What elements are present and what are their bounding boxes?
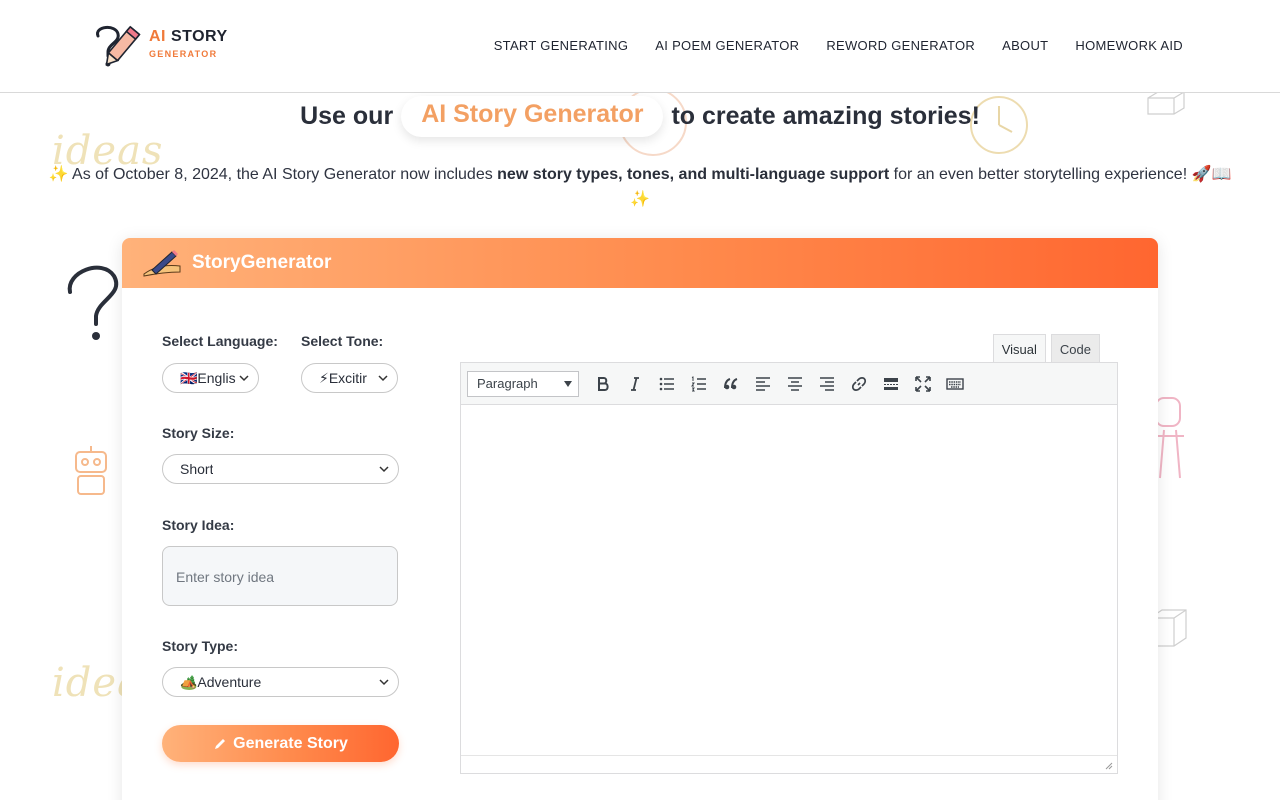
site-logo[interactable]: AI STORY GENERATOR (88, 22, 238, 70)
nav-reword-generator[interactable]: REWORD GENERATOR (826, 38, 975, 53)
writing-hand-icon (143, 250, 181, 277)
align-center-icon (788, 376, 802, 391)
tab-visual[interactable]: Visual (992, 334, 1046, 363)
type-label: Story Type: (162, 638, 238, 654)
update-notice: ✨ As of October 8, 2024, the AI Story Ge… (48, 166, 1232, 208)
editor-toolbar: Paragraph (461, 363, 1117, 405)
hero-heading: Use our AI Story Generator to create ama… (0, 95, 1280, 137)
numbered-list-button[interactable] (683, 370, 715, 398)
link-icon (851, 376, 867, 391)
align-left-button[interactable] (747, 370, 779, 398)
language-select[interactable]: 🇬🇧Englis (162, 363, 259, 393)
pencil-logo-icon (96, 25, 141, 67)
nav-homework-aid[interactable]: HOMEWORK AID (1075, 38, 1183, 53)
quote-icon (724, 377, 738, 389)
align-right-icon (820, 376, 834, 391)
nav-start-generating[interactable]: START GENERATING (494, 38, 629, 53)
nav-about[interactable]: ABOUT (1002, 38, 1048, 53)
hero-suffix: to create amazing stories! (671, 101, 980, 130)
chevron-down-icon (379, 466, 389, 473)
story-editor: Visual Code Paragraph (440, 308, 1140, 800)
card-title: StoryGenerator (192, 252, 332, 273)
card-header: StoryGenerator (122, 238, 1158, 288)
notice-highlight: new story types, tones, and multi-langua… (497, 166, 890, 183)
hero-highlight: AI Story Generator (401, 95, 664, 137)
editor-box: Paragraph (460, 362, 1118, 774)
editor-status-bar (461, 755, 1117, 773)
pencil-icon (215, 738, 226, 749)
size-label: Story Size: (162, 425, 235, 441)
align-left-icon (756, 376, 770, 391)
numbered-list-icon (691, 375, 706, 391)
idea-label: Story Idea: (162, 517, 235, 533)
format-select[interactable]: Paragraph (467, 370, 579, 397)
hero-prefix: Use our (300, 101, 394, 130)
sparkle-emoji: ✨ (48, 166, 69, 183)
blockquote-button[interactable] (715, 370, 747, 398)
fullscreen-icon (915, 375, 931, 392)
chevron-down-icon (239, 375, 249, 382)
align-center-button[interactable] (779, 370, 811, 398)
read-more-icon (884, 377, 898, 390)
italic-icon (631, 376, 639, 391)
story-idea-input[interactable]: Enter story idea (162, 546, 398, 606)
chevron-down-icon (379, 679, 389, 686)
logo-title: AI STORY (149, 28, 228, 45)
fullscreen-button[interactable] (907, 370, 939, 398)
generate-story-button[interactable]: Generate Story (162, 725, 399, 762)
align-right-button[interactable] (811, 370, 843, 398)
tab-code[interactable]: Code (1050, 334, 1100, 363)
read-more-button[interactable] (875, 370, 907, 398)
size-select[interactable]: Short (162, 454, 399, 484)
story-type-select[interactable]: 🏕️Adventure (162, 667, 399, 697)
chevron-down-icon (378, 375, 388, 382)
main-nav: START GENERATING AI POEM GENERATOR REWOR… (494, 38, 1183, 53)
bullet-list-button[interactable] (651, 370, 683, 398)
bold-button[interactable] (587, 370, 619, 398)
logo-subtitle: GENERATOR (149, 49, 218, 59)
site-header: AI STORY GENERATOR START GENERATING AI P… (0, 0, 1280, 93)
language-label: Select Language: (162, 333, 278, 349)
editor-tabs: Visual Code (992, 334, 1100, 363)
bold-icon (598, 376, 609, 391)
tone-label: Select Tone: (301, 333, 384, 349)
story-generator-card: StoryGenerator Select Language: 🇬🇧Englis… (122, 238, 1158, 800)
italic-button[interactable] (619, 370, 651, 398)
bullet-list-icon (659, 377, 674, 390)
keyboard-icon (946, 377, 964, 390)
robot-doodle (75, 446, 107, 495)
editor-content[interactable] (461, 405, 1117, 755)
toolbar-toggle-button[interactable] (939, 370, 971, 398)
question-mark-doodle (67, 265, 119, 340)
insert-link-button[interactable] (843, 370, 875, 398)
resize-handle-icon[interactable] (1103, 760, 1113, 770)
nav-ai-poem-generator[interactable]: AI POEM GENERATOR (655, 38, 799, 53)
tone-select[interactable]: ⚡Excitir (301, 363, 398, 393)
